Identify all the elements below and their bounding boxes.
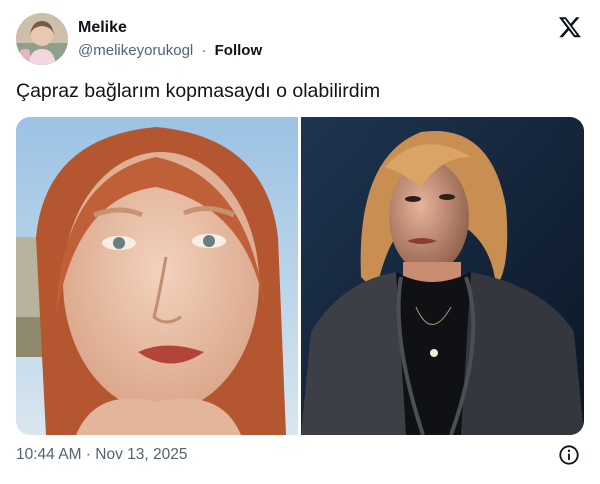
author-handle[interactable]: @melikeyorukogl [78,42,193,59]
separator-dot: · [201,42,207,59]
photo-left[interactable] [16,117,298,435]
timestamp[interactable]: 10:44 AM · Nov 13, 2025 [16,446,187,464]
photo-right[interactable] [301,117,584,435]
tweet-header: Melike @melikeyorukogl · Follow [16,12,584,66]
author-handle-row: @melikeyorukogl · Follow [78,42,262,59]
follow-button[interactable]: Follow [215,42,263,59]
tweet-footer: 10:44 AM · Nov 13, 2025 [16,444,584,468]
media-grid [16,117,584,435]
avatar[interactable] [16,13,68,65]
x-logo-icon[interactable] [558,15,582,39]
author-name[interactable]: Melike [78,19,127,37]
tweet-text: Çapraz bağlarım kopmasaydı o olabilirdim [16,80,381,102]
info-icon[interactable] [558,444,580,466]
